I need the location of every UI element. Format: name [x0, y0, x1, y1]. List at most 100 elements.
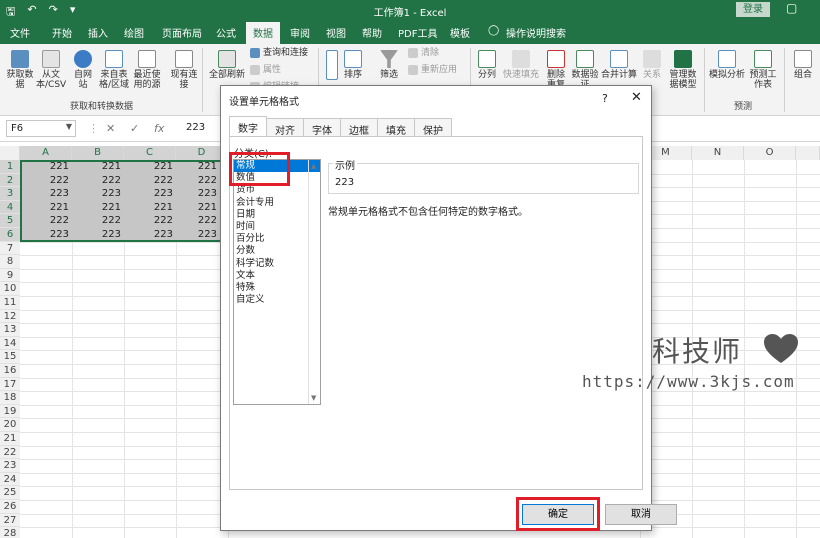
tab-file[interactable]: 文件: [10, 25, 30, 40]
row-header[interactable]: 4: [0, 200, 20, 215]
cancel-entry-icon[interactable]: ✕: [106, 122, 115, 135]
table-cell[interactable]: 221: [176, 201, 220, 215]
table-cell[interactable]: 223: [176, 228, 220, 242]
tab-templates[interactable]: 模板: [450, 25, 470, 40]
tab-data[interactable]: 数据: [246, 22, 280, 44]
row-header[interactable]: 12: [0, 309, 20, 324]
tab-view[interactable]: 视图: [326, 25, 346, 40]
filter-button[interactable]: 筛选: [378, 50, 400, 80]
row-header[interactable]: 8: [0, 255, 20, 269]
row-header[interactable]: 22: [0, 445, 20, 460]
category-list[interactable]: 常规 数值 货币 会计专用 日期 时间 百分比 分数 科学记数 文本 特殊 自定…: [233, 159, 321, 405]
row-header[interactable]: 9: [0, 268, 20, 283]
from-table-button[interactable]: 来自表格/区域: [98, 50, 130, 90]
formula-input[interactable]: 223: [186, 122, 205, 133]
tab-pdf-tools[interactable]: PDF工具: [398, 25, 437, 40]
row-header[interactable]: 20: [0, 418, 20, 432]
table-cell[interactable]: 222: [20, 214, 72, 228]
table-cell[interactable]: 222: [72, 214, 124, 228]
table-cell[interactable]: 221: [124, 160, 176, 174]
category-scrollbar[interactable]: ▲ ▼: [308, 160, 320, 404]
row-header[interactable]: 10: [0, 282, 20, 296]
insert-function-icon[interactable]: fx: [154, 122, 164, 135]
tab-fill[interactable]: 填充: [377, 118, 415, 137]
row-header[interactable]: 19: [0, 404, 20, 419]
table-cell[interactable]: 223: [72, 187, 124, 201]
column-header[interactable]: N: [692, 146, 744, 160]
scroll-up-icon[interactable]: ▲: [311, 162, 316, 170]
row-header[interactable]: 27: [0, 513, 20, 528]
from-text-csv-button[interactable]: 从文本/CSV: [36, 50, 66, 90]
row-header[interactable]: 16: [0, 364, 20, 378]
row-header[interactable]: 25: [0, 486, 20, 500]
table-cell[interactable]: 221: [20, 160, 72, 174]
help-icon[interactable]: ?: [602, 92, 608, 105]
tab-border[interactable]: 边框: [340, 118, 378, 137]
scroll-down-icon[interactable]: ▼: [311, 394, 316, 402]
table-cell[interactable]: 223: [124, 187, 176, 201]
row-header[interactable]: 21: [0, 432, 20, 446]
tab-number[interactable]: 数字: [229, 116, 267, 136]
table-cell[interactable]: 222: [72, 174, 124, 188]
row-header[interactable]: 28: [0, 527, 20, 538]
group-button[interactable]: 组合: [790, 50, 816, 80]
chevron-down-icon[interactable]: ▼: [66, 122, 72, 131]
table-cell[interactable]: 222: [176, 174, 220, 188]
ribbon-display-icon[interactable]: ▢: [786, 1, 797, 15]
manage-data-model-button[interactable]: 管理数据模型: [666, 50, 700, 90]
row-header[interactable]: 7: [0, 241, 20, 256]
tab-formulas[interactable]: 公式: [216, 25, 236, 40]
forecast-sheet-button[interactable]: 预测工作表: [748, 50, 778, 90]
from-web-button[interactable]: 自网站: [70, 50, 96, 90]
row-header[interactable]: 14: [0, 336, 20, 351]
get-data-button[interactable]: 获取数据: [4, 50, 36, 90]
tab-insert[interactable]: 插入: [88, 25, 108, 40]
table-cell[interactable]: 223: [20, 187, 72, 201]
select-all-corner[interactable]: [0, 146, 20, 160]
table-cell[interactable]: 223: [20, 228, 72, 242]
table-cell[interactable]: 221: [20, 201, 72, 215]
refresh-all-button[interactable]: 全部刷新: [208, 50, 246, 80]
row-header[interactable]: 2: [0, 173, 20, 188]
row-header[interactable]: 1: [0, 160, 20, 174]
row-header[interactable]: 3: [0, 187, 20, 201]
row-header[interactable]: 18: [0, 391, 20, 405]
tab-help[interactable]: 帮助: [362, 25, 382, 40]
table-cell[interactable]: 221: [124, 201, 176, 215]
close-icon[interactable]: ✕: [631, 90, 642, 105]
column-header[interactable]: O: [744, 146, 796, 160]
consolidate-button[interactable]: 合并计算: [600, 50, 638, 80]
row-header[interactable]: 5: [0, 214, 20, 228]
table-cell[interactable]: 221: [176, 160, 220, 174]
column-header[interactable]: A: [20, 146, 72, 160]
row-header[interactable]: 23: [0, 459, 20, 473]
properties-button[interactable]: 属性: [250, 65, 281, 75]
table-cell[interactable]: 221: [72, 201, 124, 215]
row-header[interactable]: 26: [0, 500, 20, 514]
sort-button[interactable]: 排序: [342, 50, 364, 80]
table-cell[interactable]: 222: [124, 174, 176, 188]
tell-me-search[interactable]: 操作说明搜索: [506, 25, 566, 40]
row-header[interactable]: 6: [0, 228, 20, 242]
login-button[interactable]: 登录: [736, 2, 770, 17]
table-cell[interactable]: 223: [176, 187, 220, 201]
row-header[interactable]: 13: [0, 323, 20, 337]
column-header[interactable]: B: [72, 146, 124, 160]
column-header[interactable]: C: [124, 146, 176, 160]
enter-check-icon[interactable]: ✓: [130, 122, 139, 135]
table-cell[interactable]: 223: [72, 228, 124, 242]
tab-home[interactable]: 开始: [52, 25, 72, 40]
cancel-button[interactable]: 取消: [605, 504, 677, 525]
existing-connections-button[interactable]: 现有连接: [170, 50, 198, 90]
table-cell[interactable]: 221: [72, 160, 124, 174]
text-to-columns-button[interactable]: 分列: [476, 50, 498, 80]
row-header[interactable]: 24: [0, 472, 20, 487]
relationships-button[interactable]: 关系: [640, 50, 664, 80]
tab-font[interactable]: 字体: [303, 118, 341, 137]
table-cell[interactable]: 223: [124, 228, 176, 242]
table-cell[interactable]: 222: [20, 174, 72, 188]
sort-az-icon[interactable]: [324, 50, 340, 82]
clear-button[interactable]: 清除: [408, 48, 439, 58]
table-cell[interactable]: 222: [176, 214, 220, 228]
tab-draw[interactable]: 绘图: [124, 25, 144, 40]
